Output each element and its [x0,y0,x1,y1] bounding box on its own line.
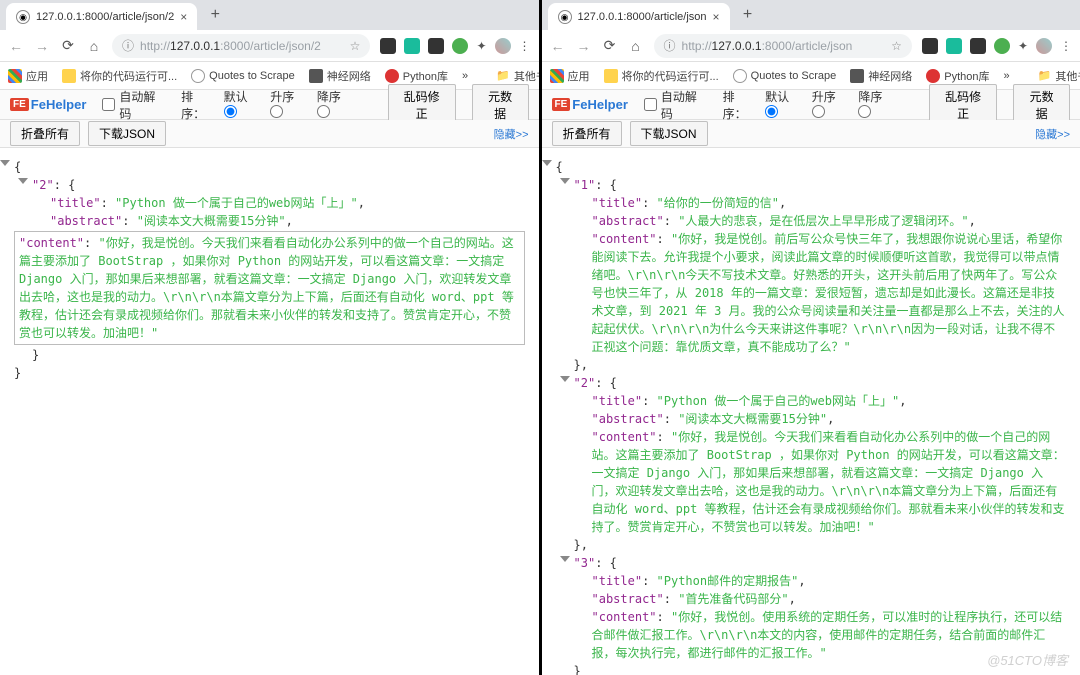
tab-bar: ◉ 127.0.0.1:8000/article/json/2 × + [0,0,539,30]
tab-title: 127.0.0.1:8000/article/json [578,11,707,23]
ext-icon[interactable] [404,38,420,54]
puzzle-icon[interactable]: ✦ [1018,39,1028,53]
globe-icon: ◉ [16,10,30,24]
bookmark-item[interactable]: Python库 [385,68,448,84]
close-icon[interactable]: × [713,10,720,24]
sort-default-radio[interactable]: 默认 [224,88,263,121]
collapse-toggle-icon[interactable] [0,160,10,166]
info-icon[interactable]: ⓘ [664,37,676,54]
hide-link[interactable]: 隐藏>> [494,126,529,142]
back-icon[interactable]: ← [8,38,24,54]
star-icon[interactable]: ☆ [350,39,361,53]
fehelper-toolbar: FEFeHelper 自动解码 排序： 默认 升序 降序 乱码修正 元数据 [0,90,539,120]
collapse-all-button[interactable]: 折叠所有 [10,121,80,146]
new-tab-button[interactable]: + [738,5,758,25]
url-text: http://127.0.0.1:8000/article/json [682,39,886,53]
forward-icon: → [576,38,592,54]
bookmark-item[interactable]: Quotes to Scrape [733,69,837,83]
auto-decode-checkbox[interactable]: 自动解码 [102,88,165,122]
bookmarks-overflow[interactable]: » [1004,70,1010,82]
reload-icon[interactable]: ⟳ [60,38,76,54]
fehelper-toolbar: FEFeHelper 自动解码 排序： 默认 升序 降序 乱码修正 元数据 [542,90,1080,120]
tab-bar: ◉ 127.0.0.1:8000/article/json × + [542,0,1080,30]
fehelper-toolbar-2: 折叠所有 下载JSON 隐藏>> [542,120,1080,148]
ext-icon[interactable] [428,38,444,54]
extensions: ✦ ⋮ [922,38,1072,54]
collapse-toggle-icon[interactable] [560,178,570,184]
info-icon[interactable]: ⓘ [122,37,134,54]
menu-icon[interactable]: ⋮ [1060,39,1072,53]
sort-group: 排序： 默认 升序 降序 [723,88,897,122]
close-icon[interactable]: × [180,10,187,24]
ext-icon[interactable] [452,38,468,54]
tab-title: 127.0.0.1:8000/article/json/2 [36,11,174,23]
puzzle-icon[interactable]: ✦ [476,39,486,53]
watermark: @51CTO博客 [987,650,1068,669]
extensions: ✦ ⋮ [380,38,530,54]
avatar[interactable] [495,38,511,54]
collapse-all-button[interactable]: 折叠所有 [552,121,622,146]
json-viewer: { "2": { "title": "Python 做一个属于自己的web网站「… [0,148,539,675]
other-bookmarks[interactable]: 📁其他书签 [1038,68,1080,84]
bookmark-item[interactable]: 将你的代码运行可... [62,68,177,84]
sort-asc-radio[interactable]: 升序 [270,88,309,121]
bookmark-item[interactable]: 神经网络 [850,68,912,84]
ext-icon[interactable] [946,38,962,54]
collapse-toggle-icon[interactable] [18,178,28,184]
collapse-toggle-icon[interactable] [560,376,570,382]
apps-button[interactable]: 应用 [8,68,48,84]
fehelper-toolbar-2: 折叠所有 下载JSON 隐藏>> [0,120,539,148]
ext-icon[interactable] [970,38,986,54]
browser-tab[interactable]: ◉ 127.0.0.1:8000/article/json × [548,3,730,31]
bookmarks-overflow[interactable]: » [462,70,468,82]
download-json-button[interactable]: 下载JSON [88,121,166,146]
bookmarks-bar: 应用 将你的代码运行可... Quotes to Scrape 神经网络 Pyt… [0,62,539,90]
address-bar[interactable]: ⓘ http://127.0.0.1:8000/article/json/2 ☆ [112,34,370,58]
left-browser-window: ◉ 127.0.0.1:8000/article/json/2 × + ← → … [0,0,542,675]
menu-icon[interactable]: ⋮ [519,39,531,53]
back-icon[interactable]: ← [550,38,566,54]
right-browser-window: ◉ 127.0.0.1:8000/article/json × + ← → ⟳ … [542,0,1080,675]
address-bar-row: ← → ⟳ ⌂ ⓘ http://127.0.0.1:8000/article/… [0,30,539,62]
sort-desc-radio[interactable]: 降序 [858,88,897,121]
collapse-toggle-icon[interactable] [560,556,570,562]
bookmark-item[interactable]: Python库 [926,68,989,84]
globe-icon: ◉ [558,10,572,24]
avatar[interactable] [1036,38,1052,54]
bookmarks-bar: 应用 将你的代码运行可... Quotes to Scrape 神经网络 Pyt… [542,62,1080,90]
new-tab-button[interactable]: + [205,5,225,25]
ext-icon[interactable] [380,38,396,54]
auto-decode-checkbox[interactable]: 自动解码 [644,88,707,122]
forward-icon: → [34,38,50,54]
ext-icon[interactable] [922,38,938,54]
ext-icon[interactable] [994,38,1010,54]
json-viewer: { "1": { "title": "给你的一份简短的信", "abstract… [542,148,1080,675]
star-icon[interactable]: ☆ [891,39,902,53]
reload-icon[interactable]: ⟳ [602,38,618,54]
home-icon[interactable]: ⌂ [86,38,102,54]
bookmark-item[interactable]: 神经网络 [309,68,371,84]
home-icon[interactable]: ⌂ [628,38,644,54]
sort-default-radio[interactable]: 默认 [765,88,804,121]
download-json-button[interactable]: 下载JSON [630,121,708,146]
sort-group: 排序： 默认 升序 降序 [181,88,355,122]
url-text: http://127.0.0.1:8000/article/json/2 [140,39,344,53]
bookmark-item[interactable]: 将你的代码运行可... [604,68,719,84]
address-bar-row: ← → ⟳ ⌂ ⓘ http://127.0.0.1:8000/article/… [542,30,1080,62]
hide-link[interactable]: 隐藏>> [1035,126,1070,142]
collapse-toggle-icon[interactable] [542,160,552,166]
sort-desc-radio[interactable]: 降序 [317,88,356,121]
browser-tab[interactable]: ◉ 127.0.0.1:8000/article/json/2 × [6,3,197,31]
bookmark-item[interactable]: Quotes to Scrape [191,69,295,83]
fehelper-logo[interactable]: FEFeHelper [10,97,86,112]
json-content-row[interactable]: "content": "你好，我是悦创。今天我们来看看自动化办公系列中的做一个自… [14,231,525,345]
fehelper-logo[interactable]: FEFeHelper [552,97,628,112]
address-bar[interactable]: ⓘ http://127.0.0.1:8000/article/json ☆ [654,34,912,58]
other-bookmarks[interactable]: 📁其他书签 [496,68,541,84]
sort-asc-radio[interactable]: 升序 [812,88,851,121]
apps-button[interactable]: 应用 [550,68,590,84]
